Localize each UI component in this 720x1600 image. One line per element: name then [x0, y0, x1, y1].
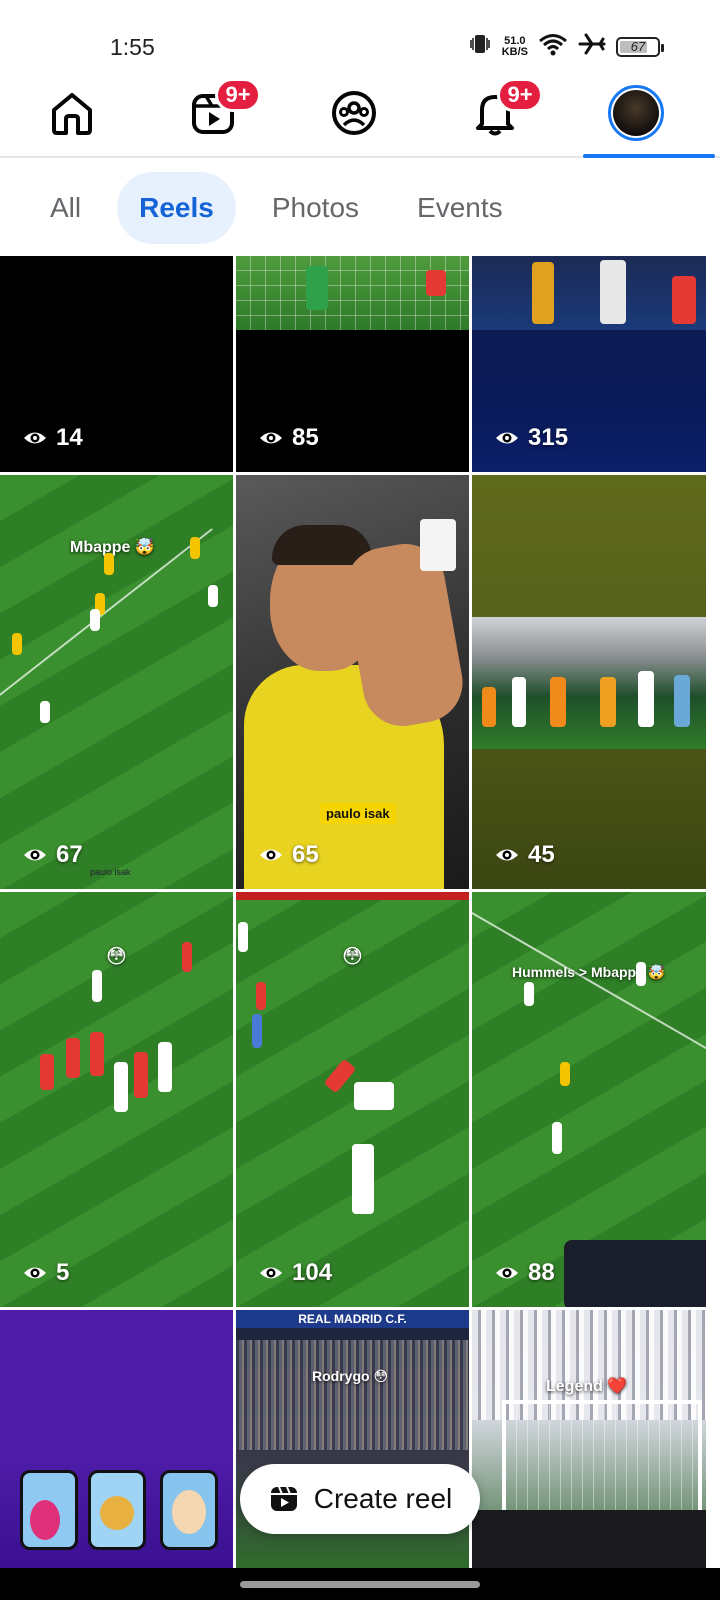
battery-level: 67 [630, 39, 646, 54]
top-nav-bar: 9+ 9+ [0, 70, 720, 158]
create-reel-button[interactable]: Create reel [240, 1464, 480, 1534]
eye-icon [496, 849, 518, 861]
reels-grid: 14 85 315 Mbappe 🤯 paulo isak 67 paulo i… [0, 256, 720, 1568]
view-count: 67 [22, 841, 83, 869]
reels-icon [270, 1486, 297, 1511]
reel-banner: REAL MADRID C.F. [236, 1310, 469, 1328]
view-count: 65 [258, 841, 319, 869]
eye-icon [24, 1267, 46, 1279]
groups-icon [332, 91, 376, 135]
eye-icon [260, 849, 282, 861]
eye-icon [24, 432, 46, 444]
reel-caption: paulo isak [320, 803, 396, 824]
view-count-value: 14 [56, 424, 83, 451]
network-speed-unit: KB/S [501, 45, 528, 58]
reel-caption: 😳 [342, 946, 363, 968]
view-count-value: 5 [56, 1259, 70, 1286]
reel-thumbnail [472, 256, 706, 330]
reel-caption: Rodrygo 😳 [312, 1368, 389, 1384]
eye-icon [24, 849, 46, 861]
view-count-value: 67 [56, 841, 83, 868]
tab-reels[interactable]: Reels [117, 172, 236, 244]
reel-tile[interactable]: Hummels > Mbappe 🤯 88 [472, 892, 706, 1307]
eye-icon [260, 1267, 282, 1279]
view-count-value: 45 [528, 841, 555, 868]
reel-tile[interactable]: 😳 5 [0, 892, 233, 1307]
tab-events[interactable]: Events [395, 172, 525, 244]
nav-profile[interactable] [564, 70, 708, 156]
home-indicator[interactable] [240, 1581, 480, 1588]
status-bar: 1:55 51.0 KB/S 67 [0, 0, 720, 70]
reel-tile[interactable]: 14 [0, 256, 233, 472]
network-speed: 51.0 KB/S [501, 34, 528, 58]
nav-notifications[interactable]: 9+ [423, 70, 567, 156]
network-speed-value: 51.0 [504, 34, 526, 47]
reel-tile[interactable]: Legend ❤️ [472, 1310, 706, 1568]
reel-tile[interactable]: paulo isak 65 [236, 475, 469, 889]
reel-tile[interactable]: 😳 104 [236, 892, 469, 1307]
reel-watermark: paulo isak [90, 867, 131, 877]
tab-photos[interactable]: Photos [250, 172, 381, 244]
view-count-value: 88 [528, 1259, 555, 1286]
reel-tile[interactable] [0, 1310, 233, 1568]
eye-icon [496, 1267, 518, 1279]
view-count: 45 [494, 841, 555, 869]
airplane-icon [578, 32, 606, 61]
reel-caption: Legend ❤️ [546, 1378, 628, 1395]
status-time: 1:55 [110, 34, 155, 60]
gesture-bar [0, 1568, 720, 1600]
view-count: 5 [22, 1259, 69, 1287]
reel-tile[interactable]: 85 [236, 256, 469, 472]
reel-tile[interactable]: Mbappe 🤯 paulo isak 67 [0, 475, 233, 889]
reel-tile[interactable]: 45 [472, 475, 706, 889]
status-icons: 51.0 KB/S 67 [468, 32, 664, 61]
reel-tile[interactable]: 315 [472, 256, 706, 472]
nav-groups[interactable] [282, 70, 426, 156]
view-count-value: 85 [292, 424, 319, 451]
view-count-value: 65 [292, 841, 319, 868]
reel-thumbnail [236, 256, 469, 330]
wifi-icon [538, 32, 568, 61]
view-count-value: 104 [292, 1259, 333, 1286]
view-count: 14 [22, 424, 83, 452]
filter-tabs: All Reels Photos Events [0, 160, 720, 256]
nav-active-indicator [583, 154, 715, 158]
view-count-value: 315 [528, 424, 569, 451]
notifications-badge: 9+ [497, 78, 543, 112]
tab-all[interactable]: All [28, 172, 103, 244]
view-count: 315 [494, 424, 568, 452]
reels-badge: 9+ [215, 78, 261, 112]
eye-icon [496, 432, 518, 444]
view-count: 104 [258, 1259, 332, 1287]
reel-thumbnail [472, 617, 706, 749]
view-count: 88 [494, 1259, 555, 1287]
nav-home[interactable] [0, 70, 144, 156]
create-reel-label: Create reel [313, 1483, 453, 1514]
home-icon [52, 93, 92, 135]
reel-caption: 😳 [106, 946, 127, 968]
vibrate-icon [468, 32, 492, 61]
nav-reels[interactable]: 9+ [141, 70, 285, 156]
avatar [608, 85, 664, 141]
view-count: 85 [258, 424, 319, 452]
eye-icon [260, 432, 282, 444]
battery-icon: 67 [616, 36, 664, 57]
